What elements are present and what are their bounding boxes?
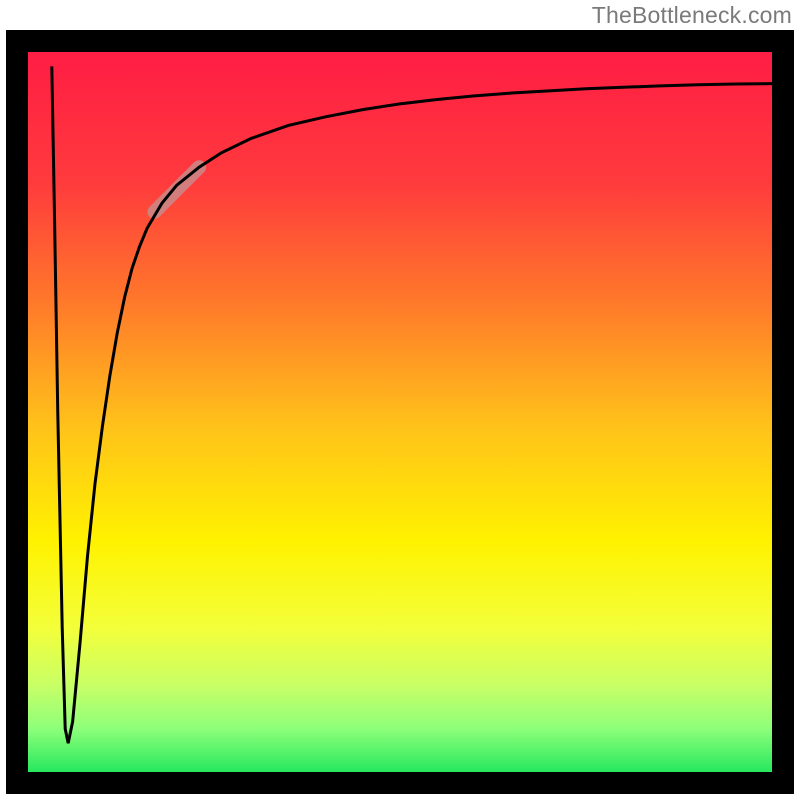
plot-background [28, 52, 772, 772]
chart-stage: TheBottleneck.com [0, 0, 800, 800]
watermark-text: TheBottleneck.com [592, 2, 792, 29]
bottleneck-chart [0, 0, 800, 800]
